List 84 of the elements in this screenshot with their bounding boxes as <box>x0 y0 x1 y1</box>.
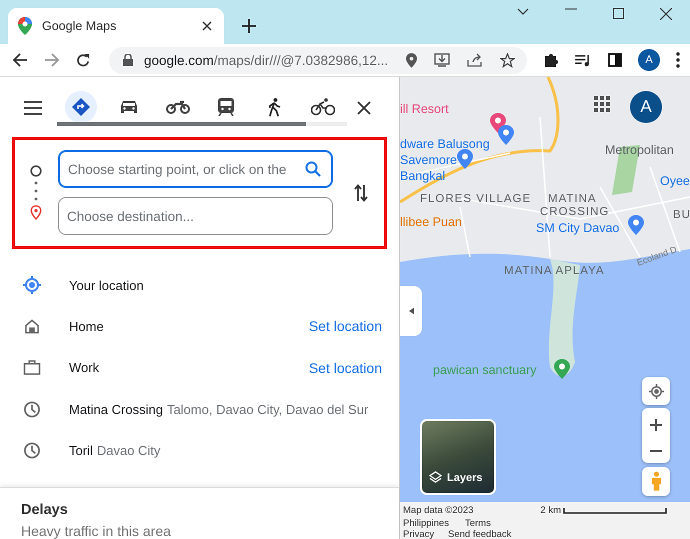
profile-avatar[interactable]: A <box>638 49 660 71</box>
my-location-button[interactable] <box>642 377 670 405</box>
my-location-icon <box>23 276 41 294</box>
close-icon[interactable] <box>660 8 672 20</box>
walking-person-icon <box>268 97 281 117</box>
bicycle-icon <box>310 98 335 116</box>
destination-pin-icon <box>30 205 42 220</box>
star-icon[interactable] <box>500 52 515 68</box>
layers-button[interactable]: Layers <box>420 419 496 495</box>
map-label: Bangkal <box>400 169 446 183</box>
chevron-down-icon[interactable] <box>517 8 529 16</box>
close-icon[interactable] <box>202 21 212 31</box>
map-label: MATINA APLAYA <box>504 265 605 277</box>
starting-point-field[interactable]: Choose starting point, or click on the <box>58 150 333 188</box>
more-icon[interactable] <box>676 52 680 68</box>
map-pin-icon <box>18 17 32 35</box>
map-attribution: Map data ©2023 <box>403 505 474 516</box>
scale-label: 2 km <box>540 505 561 516</box>
zoom-in-icon[interactable] <box>650 419 662 431</box>
map-label: MATINA <box>548 193 597 205</box>
new-tab-icon[interactable] <box>242 19 256 33</box>
map-label: CROSSING <box>540 206 610 218</box>
my-location-icon <box>648 384 664 398</box>
clock-icon <box>23 400 41 418</box>
suggestion-item[interactable]: Toril Davao City <box>69 442 382 458</box>
map-label: pawican sanctuary <box>433 363 537 377</box>
map-label: dware Balusong <box>400 137 490 151</box>
home-icon <box>23 318 41 334</box>
suggestion-item[interactable]: Your location <box>69 278 382 293</box>
route-dots-icon <box>34 181 38 202</box>
map-footer-link[interactable]: Philippines <box>403 518 449 529</box>
clock-icon <box>23 442 41 459</box>
map-footer-link[interactable]: Terms <box>464 518 491 529</box>
close-icon[interactable] <box>357 101 371 115</box>
layers-icon <box>429 471 442 484</box>
map-label: FLORES VILLAGE <box>420 193 532 205</box>
set-location-link[interactable]: Set location <box>308 360 382 376</box>
scale-bar-icon <box>562 508 667 514</box>
pegman-icon <box>650 471 662 492</box>
map-label: llibee Puan <box>400 215 462 229</box>
maximize-icon[interactable] <box>613 8 624 19</box>
set-location-link[interactable]: Set location <box>308 318 382 334</box>
menu-icon[interactable] <box>24 101 42 115</box>
apps-grid-icon[interactable] <box>594 96 610 112</box>
swap-arrows-icon[interactable] <box>354 184 368 202</box>
motorcycle-icon <box>166 100 190 114</box>
reload-icon[interactable] <box>76 52 91 68</box>
destination-field[interactable]: Choose destination... <box>58 197 333 236</box>
map-pin-icon[interactable] <box>554 359 570 379</box>
map-pin-icon[interactable] <box>628 215 644 235</box>
map-label: Oyee <box>660 174 690 188</box>
suggestion-item[interactable]: Work <box>69 360 281 376</box>
car-icon <box>119 99 140 115</box>
delays-description: Heavy traffic in this area <box>21 523 172 539</box>
map-pin-icon[interactable] <box>498 125 514 145</box>
suggestion-item[interactable]: Matina Crossing Talomo, Davao City, Davao del Sur <box>69 402 382 417</box>
map-label: ill Resort <box>400 102 449 116</box>
back-icon[interactable] <box>12 52 28 68</box>
map-label: SM City Davao <box>536 221 620 235</box>
briefcase-icon <box>23 360 41 376</box>
lock-icon <box>123 54 133 66</box>
address-bar[interactable]: google.com/maps/dir///@7.0382986,12... <box>109 46 527 74</box>
puzzle-icon[interactable] <box>543 52 559 68</box>
map-label: BU <box>673 209 690 221</box>
origin-circle-icon <box>30 165 42 178</box>
install-icon[interactable] <box>434 53 450 67</box>
location-pin-icon[interactable] <box>406 52 417 68</box>
minimize-icon[interactable] <box>565 8 577 10</box>
share-icon[interactable] <box>467 53 483 67</box>
map-footer-link[interactable]: Privacy <box>403 529 434 539</box>
map-label: Savemore <box>400 153 457 167</box>
map-footer-link[interactable]: Send feedback <box>448 529 512 539</box>
side-panel-icon[interactable] <box>608 53 622 67</box>
map-pin-icon[interactable] <box>457 149 473 169</box>
browser-tab[interactable]: Google Maps <box>8 8 224 44</box>
train-icon <box>218 98 234 116</box>
caret-left-icon <box>408 307 414 315</box>
music-queue-icon[interactable] <box>575 54 592 66</box>
map-label: Metropolitan <box>605 143 674 157</box>
search-icon[interactable] <box>305 161 321 178</box>
delays-heading: Delays <box>21 502 69 518</box>
directions-icon <box>65 91 98 123</box>
forward-icon[interactable] <box>44 52 60 68</box>
suggestion-item[interactable]: Home <box>69 318 281 334</box>
